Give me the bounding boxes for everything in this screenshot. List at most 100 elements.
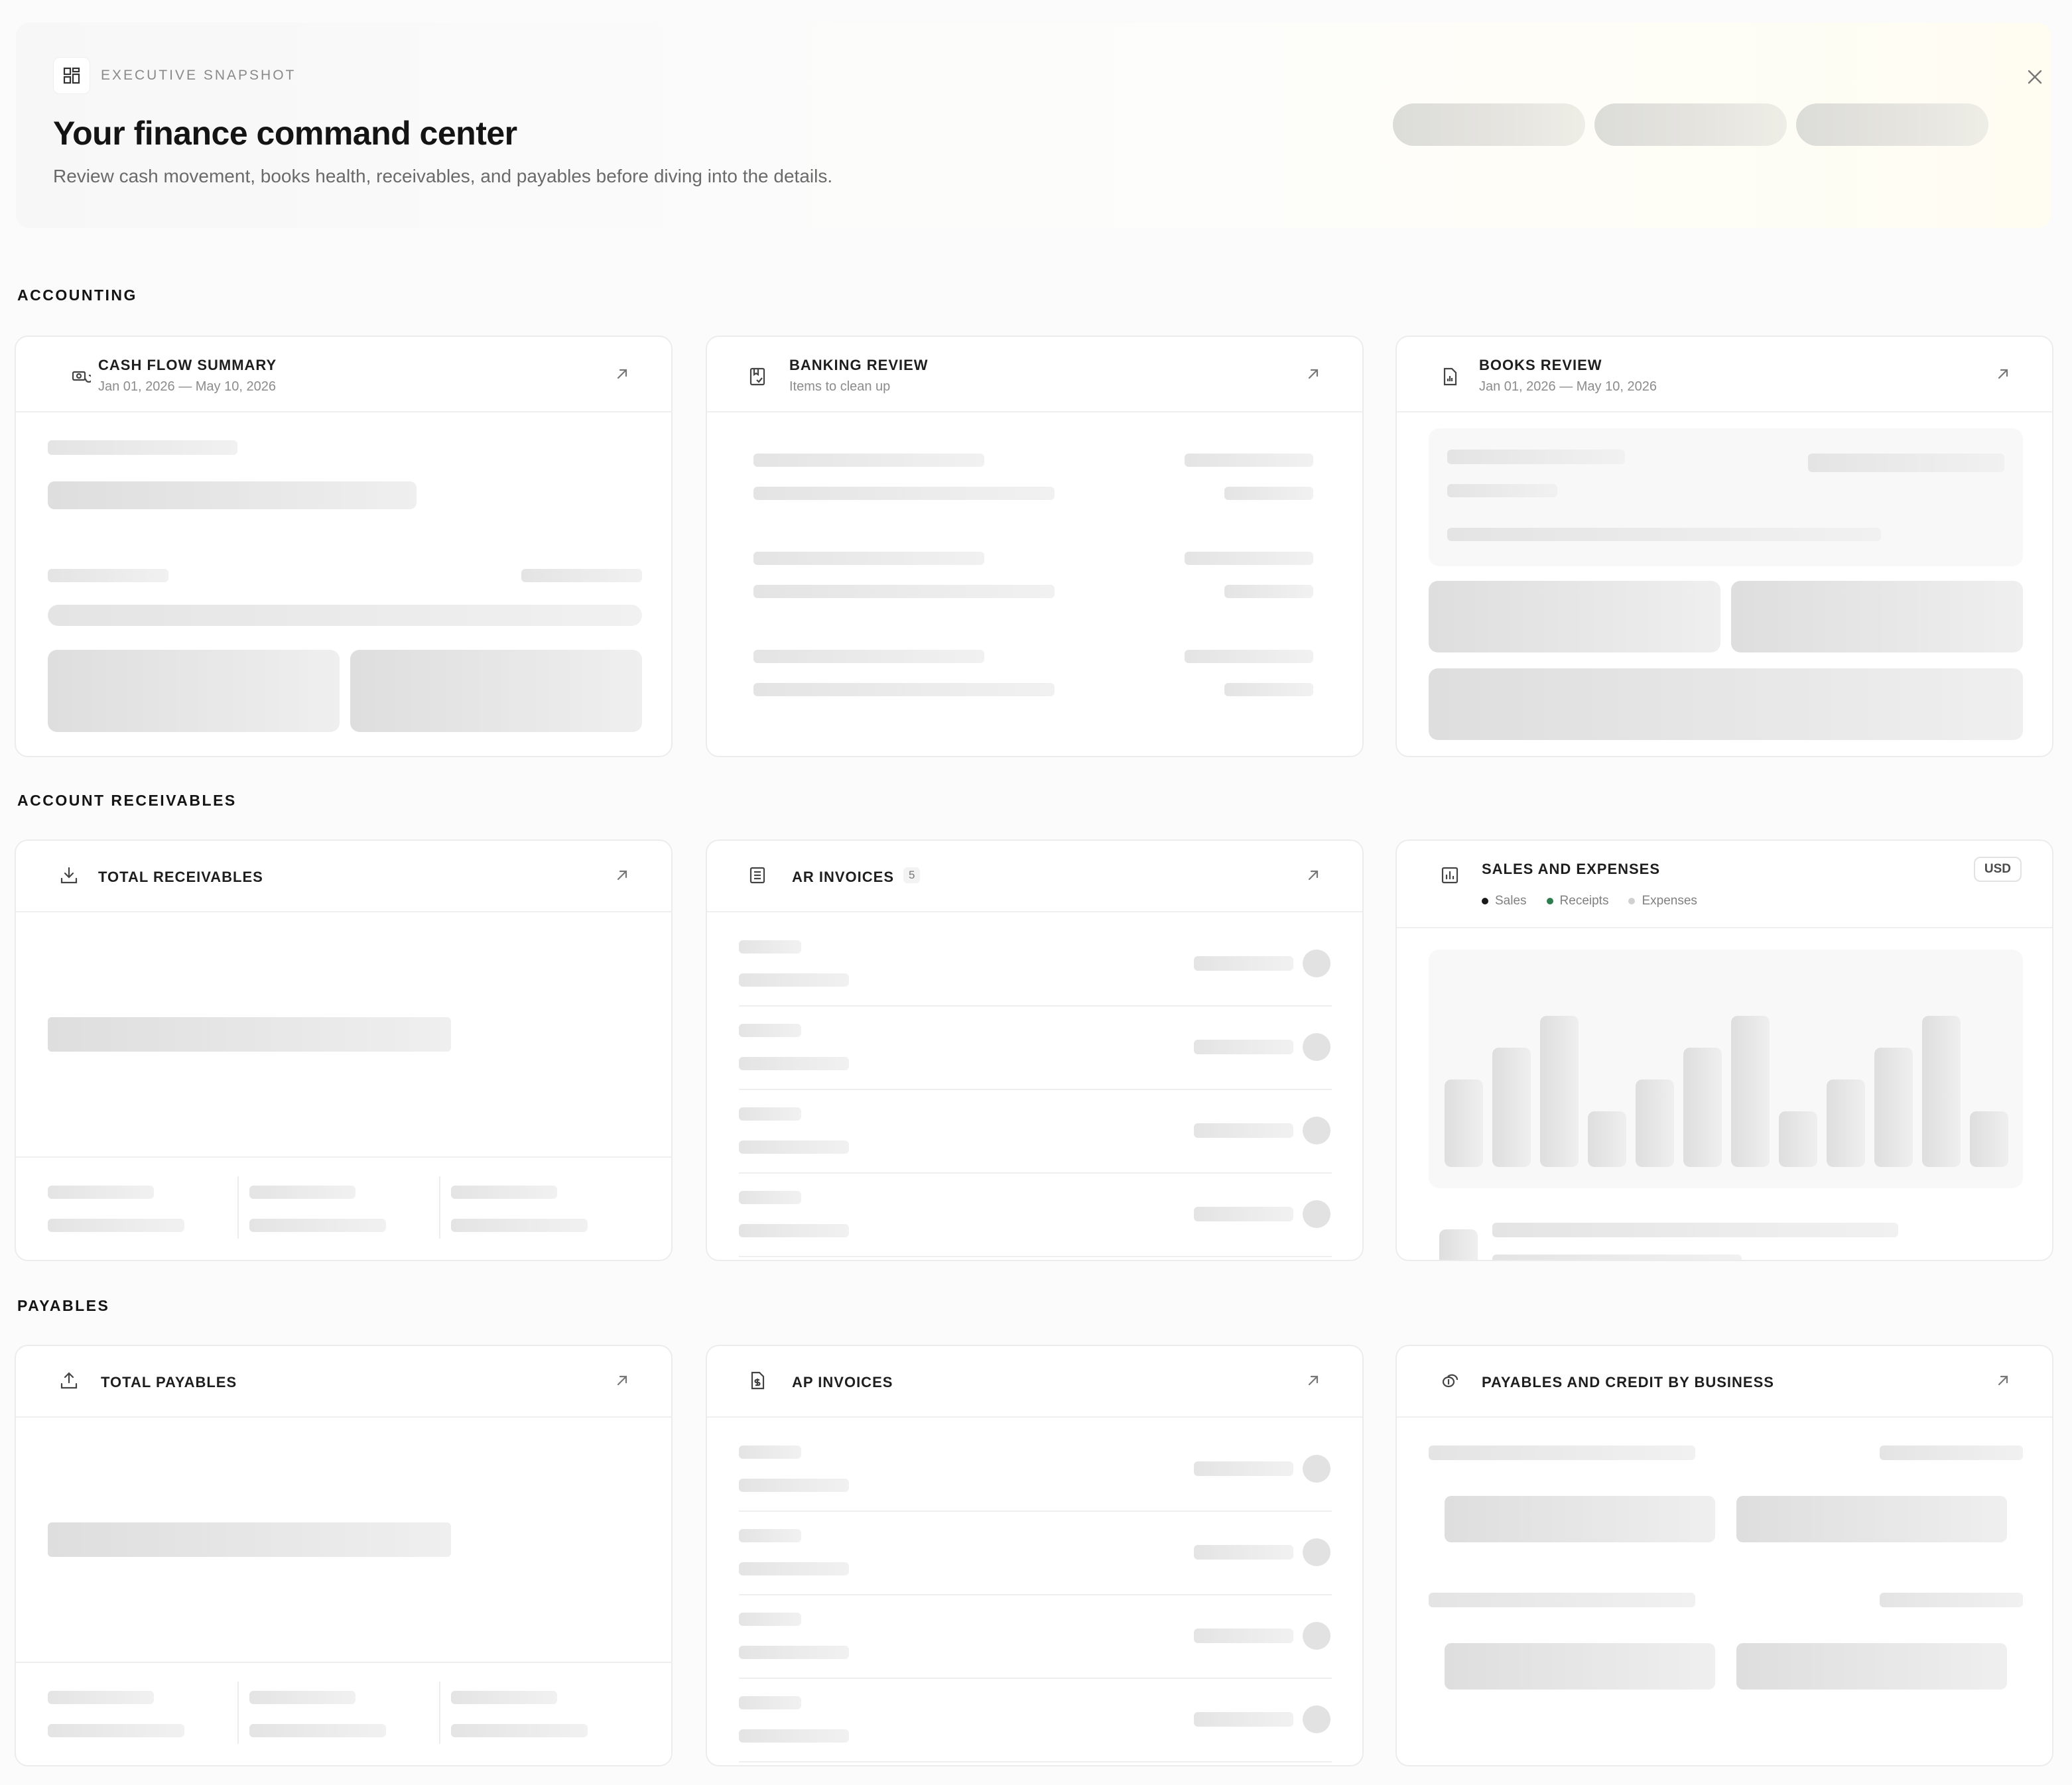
skeleton-line (739, 1529, 801, 1542)
total-payables-card[interactable]: TOTAL PAYABLES (15, 1345, 673, 1766)
skeleton-line (249, 1724, 386, 1737)
skeleton-stat-tile (350, 650, 642, 732)
currency-badge[interactable]: USD (1973, 857, 2022, 882)
skeleton-bar (1827, 1079, 1865, 1167)
sales-and-expenses-card[interactable]: SALES AND EXPENSES USD Sales Receipts Ex… (1395, 839, 2053, 1261)
skeleton-stat-tile (1429, 581, 1720, 652)
skeleton-line (1492, 1223, 1898, 1237)
card-title: BOOKS REVIEW (1479, 357, 1602, 373)
banking-review-card[interactable]: BANKING REVIEW Items to clean up (706, 336, 1364, 757)
card-subtitle: Jan 01, 2026 — May 10, 2026 (1479, 379, 1657, 394)
books-report-icon (1438, 365, 1462, 389)
legend-label: Receipts (1559, 894, 1609, 908)
total-receivables-card[interactable]: TOTAL RECEIVABLES (15, 839, 673, 1261)
skeleton-line (48, 1724, 184, 1737)
skeleton-line (1880, 1446, 2023, 1460)
legend-label: Sales (1495, 894, 1527, 908)
skeleton-line (1224, 487, 1313, 500)
skeleton-line (451, 1186, 557, 1199)
ar-invoices-card[interactable]: AR INVOICES 5 (706, 839, 1364, 1261)
skeleton-amount (48, 481, 417, 509)
skeleton-line (1429, 1593, 1695, 1607)
skeleton-line (1492, 1255, 1742, 1260)
skeleton-line (739, 1446, 801, 1459)
skeleton-avatar (1303, 950, 1330, 977)
skeleton-line (1194, 1207, 1293, 1221)
skeleton-stat-tile (1445, 1496, 1715, 1542)
card-subtitle: Jan 01, 2026 — May 10, 2026 (98, 379, 276, 394)
open-arrow-icon[interactable] (1991, 1369, 2015, 1392)
skeleton-line (739, 1479, 849, 1492)
card-title: AP INVOICES (792, 1374, 893, 1390)
cash-flow-icon (69, 365, 93, 389)
skeleton-line (739, 1107, 801, 1121)
books-review-card[interactable]: BOOKS REVIEW Jan 01, 2026 — May 10, 2026 (1395, 336, 2053, 757)
divider (16, 1156, 671, 1158)
divider (739, 1510, 1332, 1512)
legend-item-expenses: Expenses (1628, 894, 1697, 908)
upload-tray-icon (57, 1369, 81, 1392)
invoice-count-badge: 5 (903, 867, 921, 883)
skeleton-line (739, 1562, 849, 1575)
legend-dot (1628, 897, 1636, 904)
divider (237, 1176, 239, 1239)
skeleton-line (1224, 683, 1313, 696)
payables-and-credit-card[interactable]: PAYABLES AND CREDIT BY BUSINESS (1395, 1345, 2053, 1766)
legend-dot (1482, 897, 1488, 904)
skeleton-line (739, 1613, 801, 1626)
card-title: PAYABLES AND CREDIT BY BUSINESS (1482, 1374, 1774, 1390)
open-arrow-icon[interactable] (1991, 362, 2015, 386)
skeleton-line (1447, 484, 1557, 497)
skeleton-line (753, 650, 984, 663)
skeleton-stat-tile (48, 650, 340, 732)
skeleton-stat-tile (1736, 1496, 2007, 1542)
skeleton-avatar (1303, 1200, 1330, 1228)
skeleton-avatar (1303, 1033, 1330, 1061)
skeleton-line (1808, 454, 2004, 472)
skeleton-line (1447, 450, 1625, 464)
skeleton-avatar (1303, 1622, 1330, 1650)
skeleton-line (739, 1729, 849, 1743)
open-arrow-icon[interactable] (1301, 1369, 1325, 1392)
skeleton-amount (48, 1017, 451, 1052)
page-subtitle: Review cash movement, books health, rece… (53, 166, 833, 186)
skeleton-line (1185, 454, 1313, 467)
hero-action-placeholder[interactable] (1393, 103, 1585, 146)
skeleton-line (1185, 552, 1313, 565)
ap-invoices-card[interactable]: AP INVOICES (706, 1345, 1364, 1766)
skeleton-stat-tile (1445, 1643, 1715, 1690)
section-payables-title: PAYABLES (17, 1297, 110, 1314)
chart-legend: Sales Receipts Expenses (1482, 894, 1697, 908)
open-arrow-icon[interactable] (1301, 362, 1325, 386)
hero-action-placeholder[interactable] (1796, 103, 1988, 146)
open-arrow-icon[interactable] (1301, 863, 1325, 887)
skeleton-stat-tile (1731, 581, 2023, 652)
skeleton-bar (1922, 1016, 1961, 1167)
open-arrow-icon[interactable] (610, 863, 634, 887)
divider (739, 1761, 1332, 1762)
page-title: Your finance command center (53, 115, 517, 152)
skeleton-line (1194, 1040, 1293, 1054)
skeleton-line (249, 1186, 356, 1199)
hero-action-placeholder[interactable] (1594, 103, 1787, 146)
divider (739, 1594, 1332, 1595)
card-title: BANKING REVIEW (789, 357, 929, 373)
skeleton-line (451, 1219, 588, 1232)
skeleton-line (739, 1024, 801, 1037)
bar-chart-icon (1438, 863, 1462, 887)
skeleton-line (451, 1724, 588, 1737)
close-icon[interactable] (2022, 64, 2048, 90)
skeleton-line (249, 1219, 386, 1232)
skeleton-bar (1731, 1016, 1770, 1167)
skeleton-bar (1683, 1048, 1722, 1167)
section-receivables-title: ACCOUNT RECEIVABLES (17, 792, 237, 809)
skeleton-bar (1445, 1079, 1483, 1167)
card-title: TOTAL PAYABLES (101, 1374, 237, 1390)
open-arrow-icon[interactable] (610, 1369, 634, 1392)
cash-flow-summary-card[interactable]: CASH FLOW SUMMARY Jan 01, 2026 — May 10,… (15, 336, 673, 757)
skeleton-bar (1540, 1016, 1579, 1167)
skeleton-line (1185, 650, 1313, 663)
open-arrow-icon[interactable] (610, 362, 634, 386)
skeleton-line (739, 1696, 801, 1709)
card-title: TOTAL RECEIVABLES (98, 869, 263, 885)
